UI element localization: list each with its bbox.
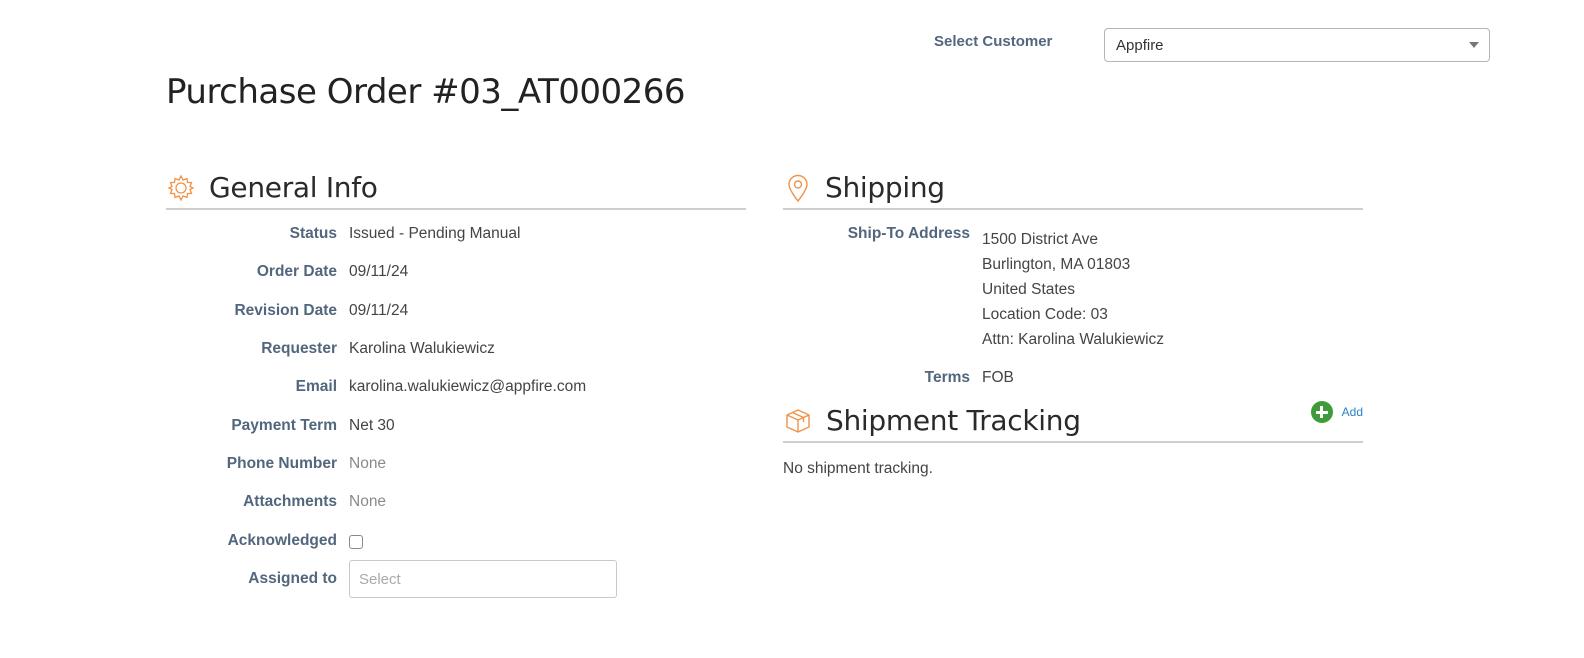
terms-label: Terms [924,369,970,386]
map-pin-icon [788,174,808,203]
address-line: United States [982,281,1076,298]
ship-to-address: 1500 District Ave Burlington, MA 01803 U… [982,227,1164,352]
phone-number-value: None [349,455,387,472]
revision-date-value: 09/11/24 [349,302,409,319]
email-value: karolina.walukiewicz@appfire.com [349,378,587,395]
phone-number-row: Phone Number None [166,455,386,473]
order-date-value: 09/11/24 [349,263,409,280]
add-tracking-label: Add [1341,405,1363,419]
address-line: 1500 District Ave [982,231,1099,248]
shipment-tracking-title: Shipment Tracking [826,403,1081,437]
status-row: Status Issued - Pending Manual [166,225,521,243]
shipping-header: Shipping [783,166,1363,210]
shipment-tracking-header: Shipment Tracking Add [783,399,1363,443]
acknowledged-row: Acknowledged [166,532,363,550]
payment-term-value: Net 30 [349,417,395,434]
assigned-to-select[interactable] [349,560,617,598]
revision-date-label: Revision Date [234,302,337,319]
ship-to-address-label: Ship-To Address [847,225,970,242]
order-date-row: Order Date 09/11/24 [166,263,408,281]
requester-label: Requester [261,340,337,357]
assigned-to-label: Assigned to [248,570,337,587]
requester-value: Karolina Walukiewicz [349,340,495,357]
general-info-header: General Info [166,166,746,210]
order-date-label: Order Date [256,263,337,280]
customer-selector: Select Customer Appfire [934,28,1490,62]
requester-row: Requester Karolina Walukiewicz [166,340,495,358]
attachments-row: Attachments None [166,493,386,511]
customer-select-value: Appfire [1116,36,1164,54]
no-tracking-message: No shipment tracking. [783,460,933,477]
acknowledged-label: Acknowledged [227,532,337,549]
status-label: Status [289,225,337,242]
email-label: Email [295,378,337,395]
add-tracking-button[interactable]: Add [1310,401,1363,423]
select-customer-label: Select Customer [934,32,1053,50]
email-row: Email karolina.walukiewicz@appfire.com [166,378,587,396]
general-info-title: General Info [209,170,378,204]
attachments-label: Attachments [243,493,337,510]
address-line: Burlington, MA 01803 [982,256,1131,273]
attachments-value: None [349,493,387,510]
shipping-title: Shipping [825,170,945,204]
acknowledged-checkbox[interactable] [349,535,363,549]
payment-term-row: Payment Term Net 30 [166,417,395,435]
address-line: Attn: Karolina Walukiewicz [982,331,1165,348]
customer-select[interactable]: Appfire [1104,28,1490,62]
status-value: Issued - Pending Manual [349,225,521,242]
plus-circle-icon [1310,401,1333,423]
address-line: Location Code: 03 [982,306,1108,323]
assigned-to-row: Assigned to [166,560,617,598]
chevron-down-icon [1469,42,1479,48]
package-icon [786,409,810,433]
gear-icon [167,174,195,202]
revision-date-row: Revision Date 09/11/24 [166,302,408,320]
terms-value: FOB [982,369,1014,386]
page-title: Purchase Order #03_AT000266 [166,72,686,112]
payment-term-label: Payment Term [231,417,337,434]
phone-number-label: Phone Number [226,455,337,472]
